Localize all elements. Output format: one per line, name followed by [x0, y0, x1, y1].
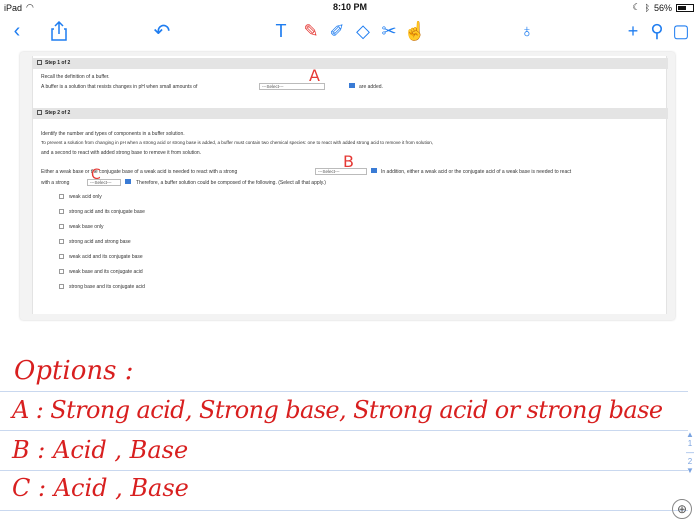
dropdown-arrow-icon [371, 168, 377, 173]
back-chevron-icon[interactable]: ‹ [8, 18, 26, 44]
collapse-icon[interactable] [37, 110, 42, 116]
notes-heading: Options : [14, 356, 134, 386]
page-scroller[interactable]: ▲ 1 — 2 ▼ [684, 430, 696, 475]
checkbox[interactable] [59, 254, 64, 260]
page-current: 1 [687, 439, 693, 448]
pen-nib-icon[interactable]: ♁ [514, 18, 540, 44]
status-bar: iPad ◠ 8:10 PM ☾ ᛒ 56% [0, 0, 700, 14]
clock: 8:10 PM [332, 2, 367, 12]
step1-line1: Recall the definition of a buffer. [41, 74, 110, 80]
step2-header: Step 2 of 2 [33, 108, 668, 119]
collapse-icon[interactable] [37, 60, 42, 66]
option-7[interactable]: strong base and its conjugate acid [59, 284, 145, 290]
annotation-a: A [309, 66, 320, 85]
step2-line5a: with a strong [41, 180, 70, 186]
checkbox[interactable] [59, 284, 64, 290]
option-3[interactable]: weak base only [59, 224, 103, 230]
checkbox[interactable] [59, 224, 64, 230]
ruled-line [0, 430, 688, 431]
checkbox[interactable] [59, 194, 64, 200]
option-1[interactable]: weak acid only [59, 194, 102, 200]
step1-header: Step 1 of 2 [33, 58, 668, 69]
scroll-up-icon[interactable]: ▲ [684, 430, 696, 439]
hand-icon[interactable]: ☝ [402, 18, 428, 44]
checkbox[interactable] [59, 269, 64, 275]
page-total: 2 [687, 457, 693, 466]
step2-line4b: In addition, either a weak acid or the c… [381, 169, 572, 175]
step1-after: are added. [359, 84, 383, 90]
scroll-down-icon[interactable]: ▼ [684, 466, 696, 475]
step2-line1: Identify the number and types of compone… [41, 131, 185, 137]
battery-icon [676, 3, 694, 12]
option-2[interactable]: strong acid and its conjugate base [59, 209, 145, 215]
select-c-arrow[interactable] [123, 179, 131, 186]
dropdown-arrow-icon [125, 179, 131, 184]
marker-pen-icon[interactable]: ✎ [298, 18, 324, 44]
annotation-c: C [91, 167, 101, 183]
eraser-icon[interactable]: ◇ [350, 18, 376, 44]
bluetooth-icon: ᛒ [644, 2, 650, 13]
select-b[interactable]: ---Select--- [315, 168, 367, 175]
wrench-icon[interactable]: ⚲ [644, 18, 670, 44]
checkbox[interactable] [59, 239, 64, 245]
option-4[interactable]: strong acid and strong base [59, 239, 131, 245]
pasted-screenshot[interactable]: Step 1 of 2 Recall the definition of a b… [20, 52, 675, 320]
battery-fill [678, 5, 686, 10]
text-tool-icon[interactable]: T [268, 18, 294, 44]
share-icon[interactable] [48, 18, 70, 44]
moon-icon: ☾ [632, 2, 641, 12]
step2-line4a: Either a weak base or the conjugate base… [41, 169, 238, 175]
scissors-icon[interactable]: ✂ [376, 18, 402, 44]
step2-line5b: Therefore, a buffer solution could be co… [136, 180, 326, 186]
question-panel: Step 1 of 2 Recall the definition of a b… [32, 56, 668, 314]
checkbox[interactable] [59, 209, 64, 215]
dropdown-arrow-icon [349, 83, 355, 88]
battery-percent: 56% [653, 2, 672, 13]
zoom-icon[interactable]: ⊕ [672, 499, 692, 519]
option-5[interactable]: weak acid and its conjugate base [59, 254, 143, 260]
plus-icon[interactable]: + [620, 18, 646, 44]
select-a-arrow[interactable] [347, 83, 355, 90]
step1-line2: A buffer is a solution that resists chan… [41, 84, 198, 90]
undo-icon[interactable]: ↶ [150, 18, 174, 44]
step2-line3: and a second to react with added strong … [41, 150, 202, 156]
ruled-line [0, 391, 688, 392]
notes-line-b: B : Acid , Base [12, 436, 189, 464]
ruled-line [0, 470, 688, 471]
notes-line-c: C : Acid , Base [12, 474, 189, 502]
notes-toolbar: ‹ ↶ T ✎ ✐ ◇ ✂ ☝ ♁ + ⚲ ▢ [0, 14, 700, 48]
select-b-arrow[interactable] [369, 168, 377, 175]
square-icon[interactable]: ▢ [668, 18, 694, 44]
option-6[interactable]: weak base and its conjugate acid [59, 269, 143, 275]
pencil-icon[interactable]: ✐ [324, 18, 350, 44]
ruled-line [0, 510, 688, 511]
notes-line-a: A : Strong acid, Strong base, Strong aci… [12, 396, 663, 424]
step2-line2: To prevent a solution from changing in p… [41, 140, 434, 145]
